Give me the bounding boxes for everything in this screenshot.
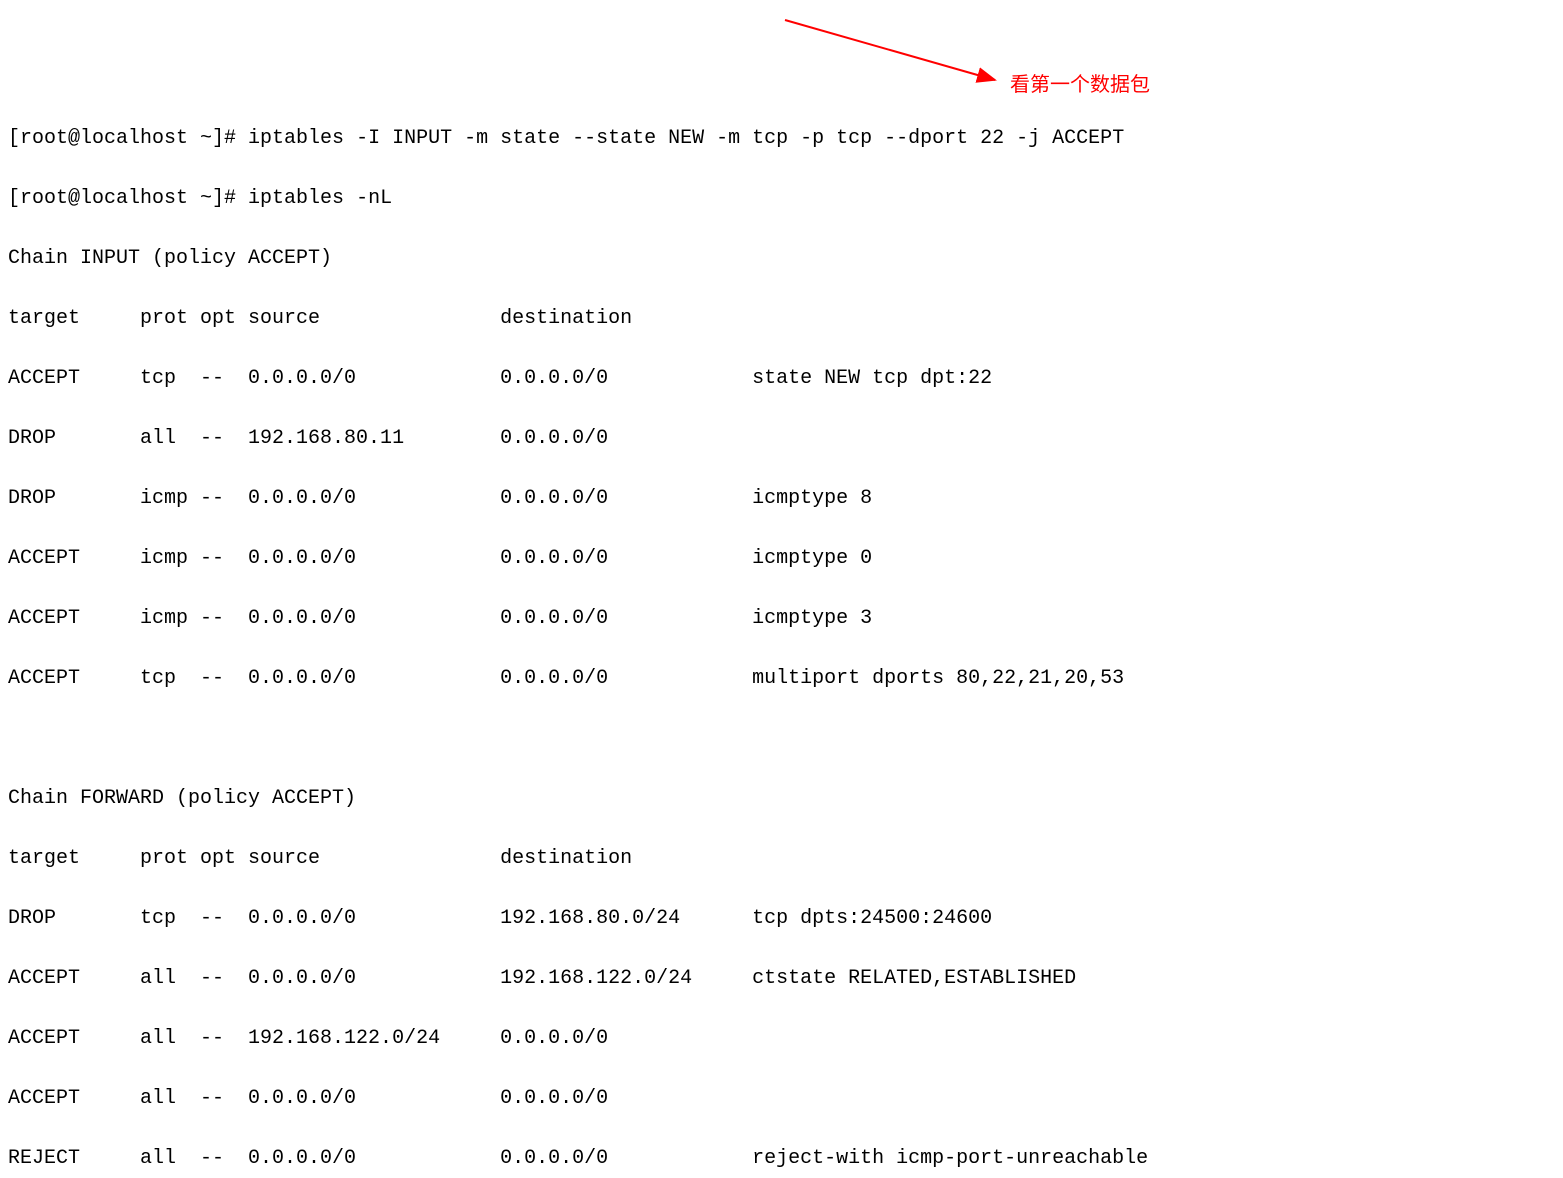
rule-row: ACCEPT tcp -- 0.0.0.0/0 0.0.0.0/0 multip… [8, 664, 1563, 694]
command-text: iptables -I INPUT -m state --state NEW -… [248, 127, 1124, 150]
rule-row: DROP all -- 192.168.80.11 0.0.0.0/0 [8, 424, 1563, 454]
blank-line [8, 724, 1563, 754]
column-header: target prot opt source destination [8, 304, 1563, 334]
chain-header-forward: Chain FORWARD (policy ACCEPT) [8, 784, 1563, 814]
rule-row: ACCEPT all -- 192.168.122.0/24 0.0.0.0/0 [8, 1024, 1563, 1054]
annotation-arrow-icon [780, 10, 1010, 90]
shell-prompt: [root@localhost ~]# [8, 127, 248, 150]
rule-row: DROP tcp -- 0.0.0.0/0 192.168.80.0/24 tc… [8, 904, 1563, 934]
terminal-line-cmd1: [root@localhost ~]# iptables -I INPUT -m… [8, 124, 1563, 154]
rule-row: ACCEPT icmp -- 0.0.0.0/0 0.0.0.0/0 icmpt… [8, 544, 1563, 574]
rule-row: ACCEPT all -- 0.0.0.0/0 0.0.0.0/0 [8, 1084, 1563, 1114]
rule-row: ACCEPT tcp -- 0.0.0.0/0 0.0.0.0/0 state … [8, 364, 1563, 394]
column-header: target prot opt source destination [8, 844, 1563, 874]
rule-row: ACCEPT icmp -- 0.0.0.0/0 0.0.0.0/0 icmpt… [8, 604, 1563, 634]
shell-prompt: [root@localhost ~]# [8, 187, 248, 210]
rule-row: ACCEPT all -- 0.0.0.0/0 192.168.122.0/24… [8, 964, 1563, 994]
terminal-line-cmd2: [root@localhost ~]# iptables -nL [8, 184, 1563, 214]
rule-row: DROP icmp -- 0.0.0.0/0 0.0.0.0/0 icmptyp… [8, 484, 1563, 514]
chain-header-input: Chain INPUT (policy ACCEPT) [8, 244, 1563, 274]
annotation-label: 看第一个数据包 [1010, 70, 1150, 100]
rule-row: REJECT all -- 0.0.0.0/0 0.0.0.0/0 reject… [8, 1144, 1563, 1174]
command-text: iptables -nL [248, 187, 392, 210]
